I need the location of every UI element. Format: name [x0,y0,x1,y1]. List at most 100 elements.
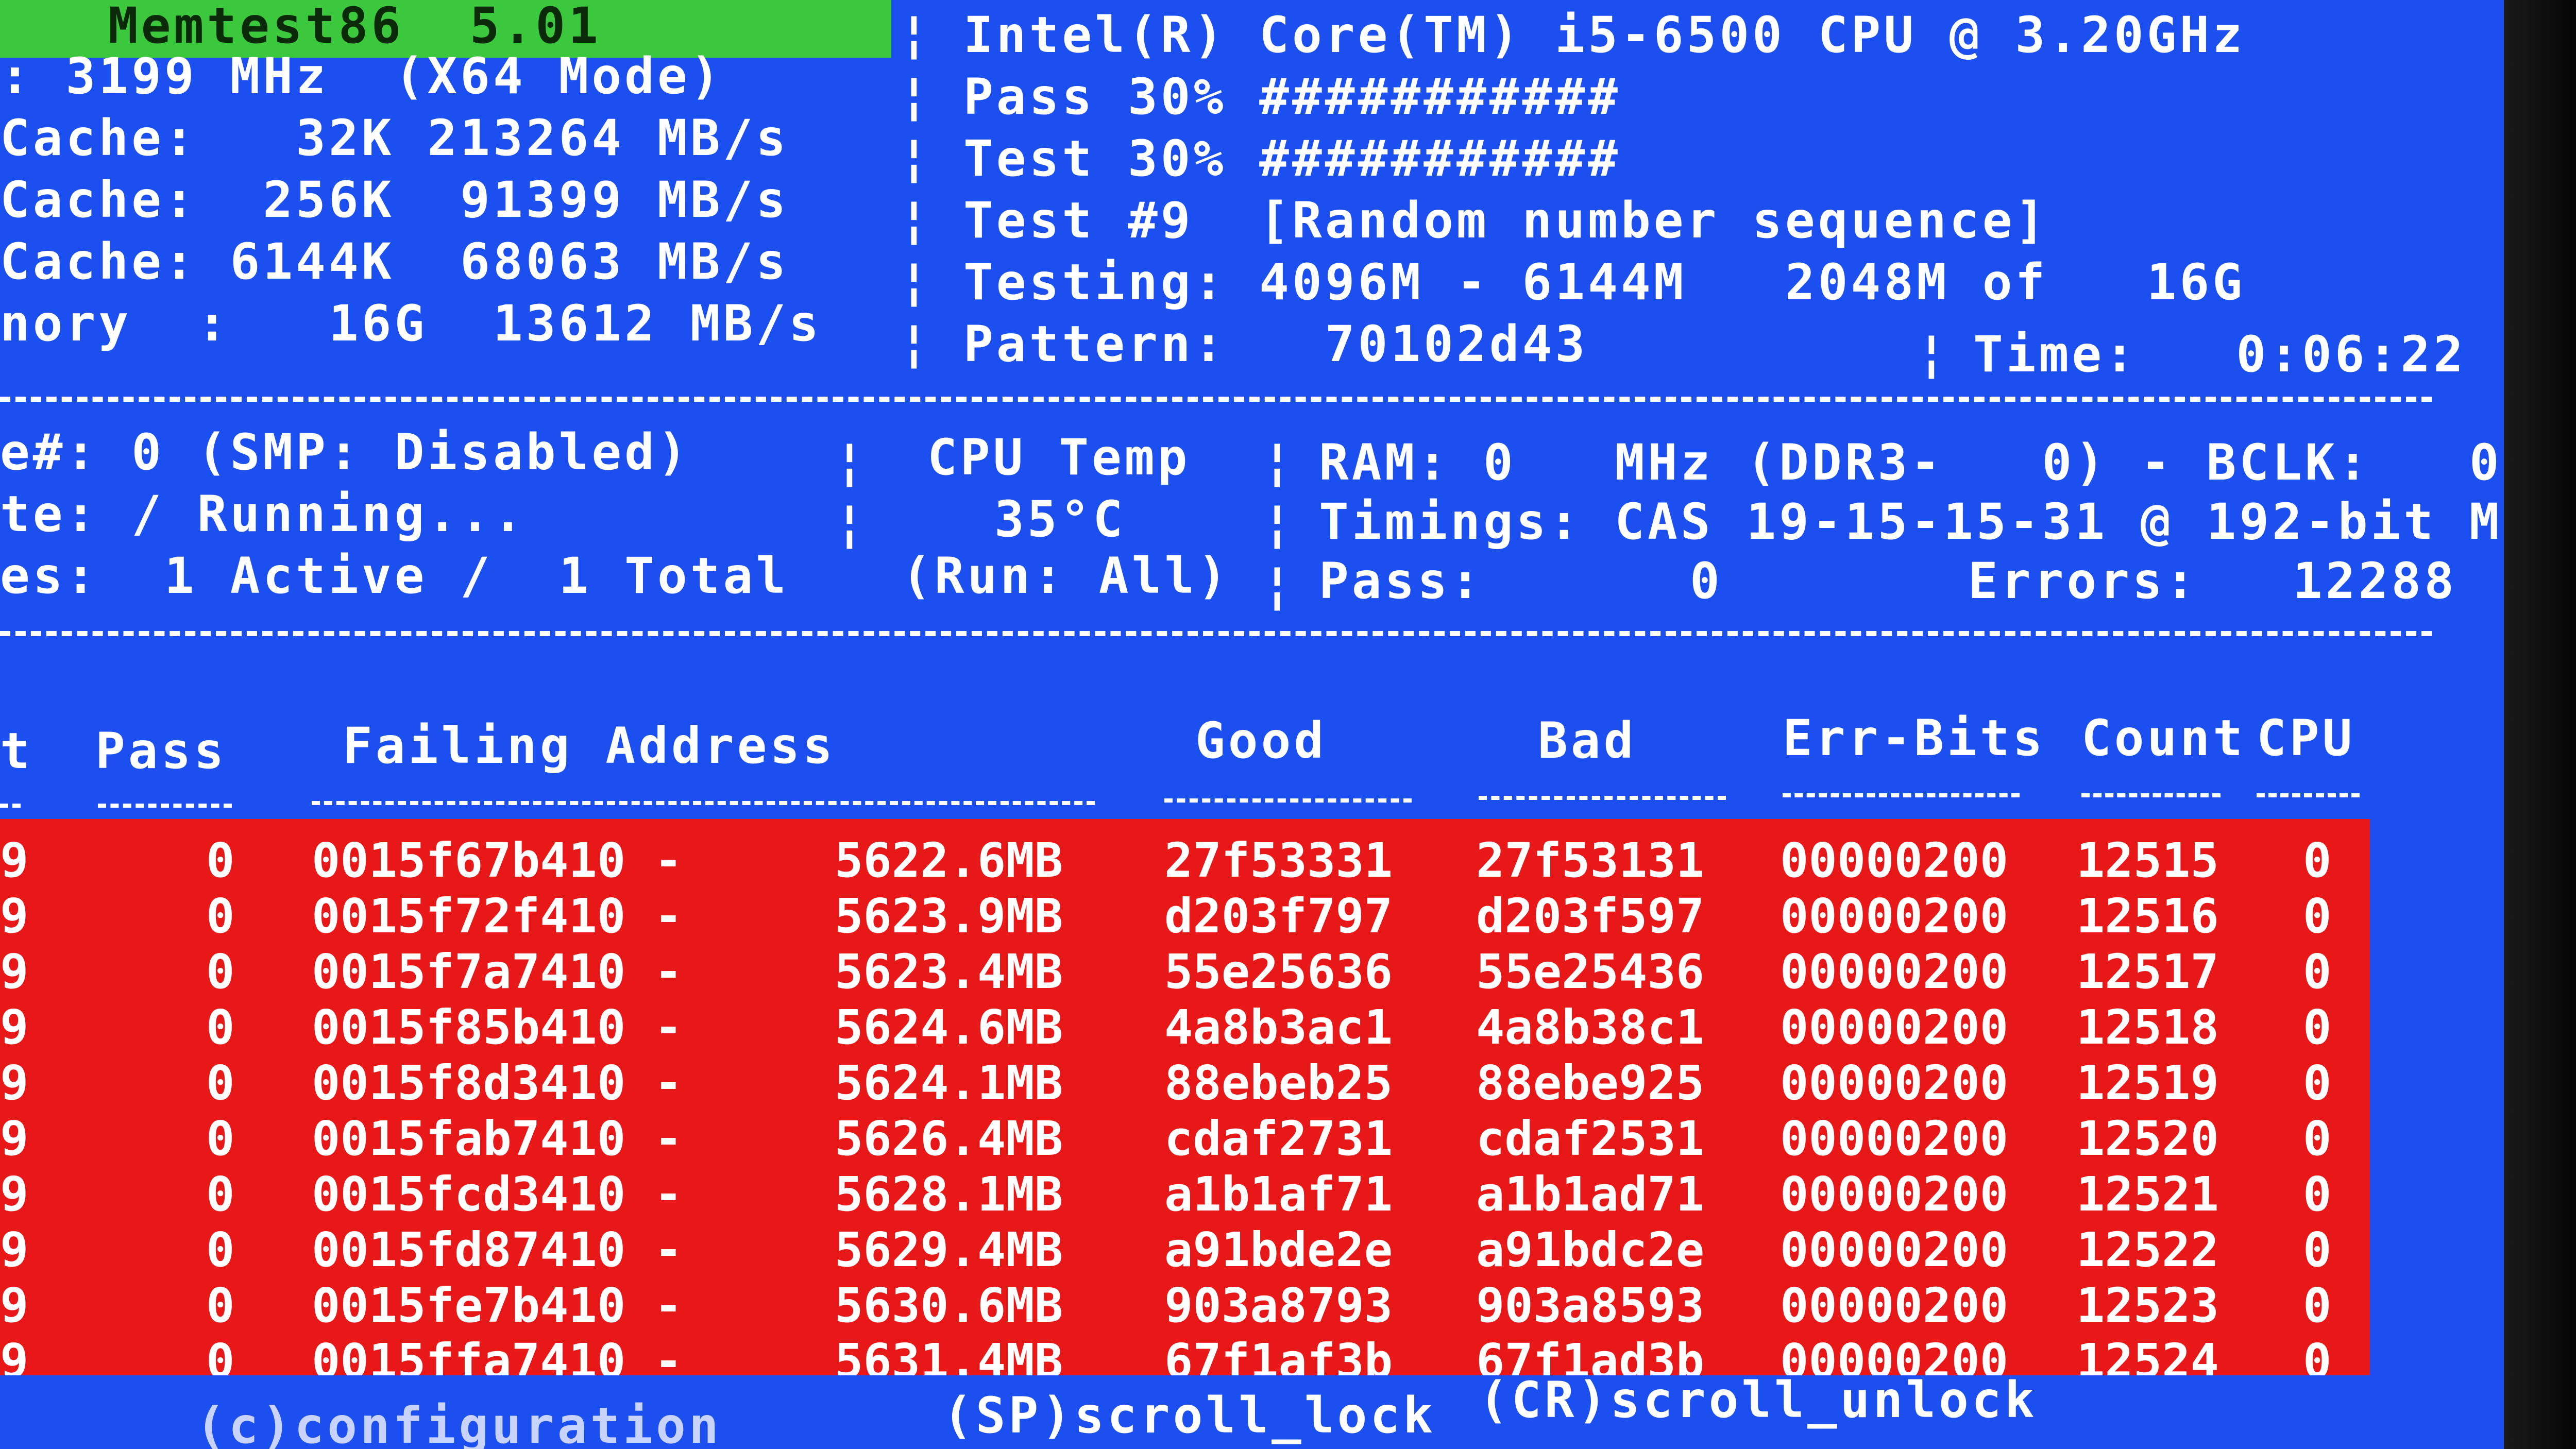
cell-good: 27f53331 [1164,833,1393,888]
cell-err-bits: 00000200 [1780,1055,2009,1111]
cell-count: 12517 [2076,944,2219,999]
cell-pass: 0 [206,1055,235,1111]
cell-bad: 55e25436 [1476,944,1705,999]
cell-pass: 0 [206,1222,235,1277]
cell-bad: a91bdc2e [1476,1222,1705,1277]
pass-progress: Pass 30% ########### [963,68,1621,126]
cell-pass: 0 [206,1111,235,1166]
cell-address-mb: 5624.6MB [835,1000,1063,1055]
scroll-unlock-key[interactable]: (CR)scroll_unlock [1479,1375,2038,1425]
app-title: Memtest86 5.01 [108,0,601,55]
header-underline [98,804,232,808]
cell-good: a91bde2e [1164,1222,1393,1277]
cpu-clock: : 3199 MHz (X64 Mode) [0,47,723,105]
cell-count: 12518 [2076,1000,2219,1055]
separator: ¦ [1262,556,1292,614]
cell-err-bits: 00000200 [1780,1000,2009,1055]
col-header-pass: Pass [95,722,227,780]
elapsed-time: Time: 0:06:22 [1973,326,2466,383]
cell-address: 0015fd87410 - [312,1222,683,1277]
cell-address: 0015f8d3410 - [312,1055,683,1111]
memory-speed: nory : 16G 13612 MB/s [0,295,822,352]
col-header-good: Good [1195,712,1327,770]
test-progress: Test 30% ########### [963,130,1621,187]
separator: ¦ [899,191,929,248]
testing-range: Testing: 4096M - 6144M 2048M of 16G [963,253,2246,311]
cell-cpu: 0 [2303,1167,2332,1222]
cell-err-bits: 00000200 [1780,1222,2009,1277]
cell-count: 12521 [2076,1167,2219,1222]
cell-good: 88ebeb25 [1164,1055,1393,1111]
cell-address: 0015fe7b410 - [312,1278,683,1333]
header-underline [0,804,21,808]
cell-address: 0015fab7410 - [312,1111,683,1166]
separator: ¦ [835,433,865,490]
cell-address-mb: 5624.1MB [835,1055,1063,1111]
ram-info: RAM: 0 MHz (DDR3- 0) - BCLK: 0 [1319,434,2502,491]
cell-test: 9 [0,1278,29,1333]
cell-cpu: 0 [2303,1000,2332,1055]
separator: ¦ [1262,495,1292,552]
memtest-screen: Memtest86 5.01 : 3199 MHz (X64 Mode) Cac… [0,0,2504,1449]
cell-test: 9 [0,833,29,888]
cell-address-mb: 5623.9MB [835,889,1063,944]
cell-address-mb: 5622.6MB [835,833,1063,888]
col-header-test: t [0,722,33,780]
cell-good: d203f797 [1164,889,1393,944]
l1-cache: Cache: 32K 213264 MB/s [0,109,789,167]
timings-info: Timings: CAS 19-15-15-31 @ 192-bit Mode [1319,493,2504,551]
cell-pass: 0 [206,1167,235,1222]
separator: ¦ [1262,433,1292,490]
pass-label: Pass: [1319,552,1483,610]
cell-good: cdaf2731 [1164,1111,1393,1166]
cell-address-mb: 5623.4MB [835,944,1063,999]
run-mode: (Run: All) [902,547,1230,605]
errors-label: Errors: [1968,552,2198,610]
cpu-temp-label: CPU Temp [927,429,1191,486]
cell-cpu: 0 [2303,1222,2332,1277]
cell-cpu: 0 [2303,833,2332,888]
cell-cpu: 0 [2303,944,2332,999]
separator: ¦ [899,67,929,125]
run-state: te: / Running... [0,485,526,543]
cell-bad: a1b1ad71 [1476,1167,1705,1222]
header-underline [1783,793,2020,797]
configuration-key[interactable]: (c)configuration [196,1401,722,1449]
pass-count: 0 [1690,552,1723,610]
cell-cpu: 0 [2303,1055,2332,1111]
header-underline [312,801,1095,805]
cell-err-bits: 00000200 [1780,1167,2009,1222]
col-header-count: Count [2081,709,2246,767]
separator: ¦ [899,314,929,372]
cell-test: 9 [0,1111,29,1166]
separator: ¦ [899,129,929,186]
cell-test: 9 [0,944,29,999]
cores-active: es: 1 Active / 1 Total [0,547,789,605]
cell-cpu: 0 [2303,1278,2332,1333]
separator: ¦ [899,252,929,310]
cell-pass: 0 [206,833,235,888]
cell-good: 55e25636 [1164,944,1393,999]
cell-cpu: 0 [2303,1111,2332,1166]
cell-address-mb: 5629.4MB [835,1222,1063,1277]
divider [0,631,2432,636]
core-info: e#: 0 (SMP: Disabled) [0,423,690,481]
cell-err-bits: 00000200 [1780,1111,2009,1166]
scroll-lock-key[interactable]: (SP)scroll_lock [943,1391,1436,1440]
pattern: Pattern: 70102d43 [963,315,1588,373]
cell-count: 12515 [2076,833,2219,888]
cell-test: 9 [0,1167,29,1222]
separator: ¦ [1917,325,1946,382]
cpu-model: Intel(R) Core(TM) i5-6500 CPU @ 3.20GHz [963,6,2246,64]
cell-bad: d203f597 [1476,889,1705,944]
col-header-bad: Bad [1538,712,1637,770]
cell-address: 0015f67b410 - [312,833,683,888]
cell-good: a1b1af71 [1164,1167,1393,1222]
cell-address: 0015fcd3410 - [312,1167,683,1222]
cell-pass: 0 [206,1278,235,1333]
cell-address-mb: 5630.6MB [835,1278,1063,1333]
header-underline [2081,793,2221,797]
cell-address: 0015f85b410 - [312,1000,683,1055]
l2-cache: Cache: 256K 91399 MB/s [0,171,789,229]
cell-address: 0015f7a7410 - [312,944,683,999]
